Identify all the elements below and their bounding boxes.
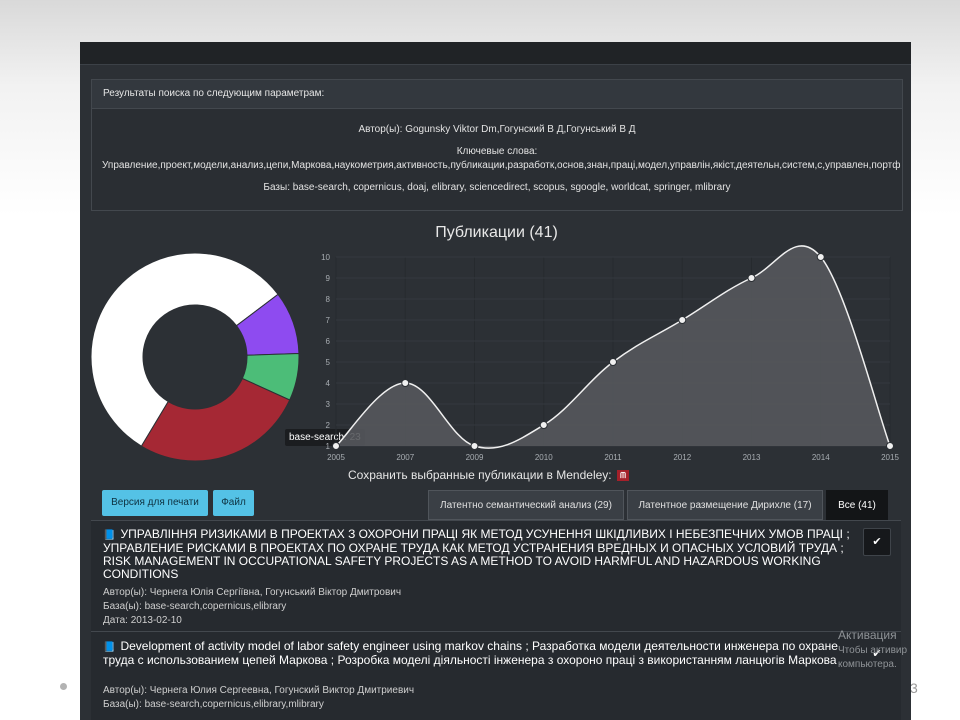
app-window: Результаты поиска по следующим параметра… (80, 42, 911, 720)
bases-line: Базы: base-search, copernicus, doaj, eli… (263, 182, 731, 193)
publication-list: 📘 УПРАВЛІННЯ РИЗИКАМИ В ПРОЕКТАХ З ОХОРОН… (91, 520, 901, 720)
publication-title[interactable]: 📘 УПРАВЛІННЯ РИЗИКАМИ В ПРОЕКТАХ З ОХОРОН… (103, 528, 863, 581)
mendeley-save-row: Сохранить выбранные публикации в Mendele… (348, 468, 629, 482)
tab-lda[interactable]: Латентное размещение Дирихле (17) (627, 490, 823, 520)
data-point[interactable] (609, 358, 617, 366)
data-point[interactable] (816, 253, 825, 261)
publication-title-text: УПРАВЛІННЯ РИЗИКАМИ В ПРОЕКТАХ З ОХОРОНИ… (103, 527, 850, 581)
y-tick-label: 6 (326, 337, 331, 346)
book-icon: 📘 (103, 530, 116, 541)
search-params-panel: Результаты поиска по следующим параметра… (91, 79, 903, 211)
y-tick-label: 2 (326, 421, 331, 430)
book-icon: 📘 (103, 642, 116, 653)
keywords-line: Управление,проект,модели,анализ,цепи,Мар… (102, 160, 901, 171)
publication-authors: Автор(ы): Чернега Юлия Сергеевна, Гогунс… (103, 685, 415, 696)
data-point[interactable] (539, 421, 548, 429)
y-tick-label: 1 (326, 442, 331, 451)
activation-watermark-title: Активация (838, 628, 897, 642)
check-icon: ✔ (872, 536, 882, 548)
print-version-button[interactable]: Версия для печати (102, 490, 208, 516)
x-tick-label: 2011 (604, 453, 622, 462)
top-bar (80, 42, 911, 65)
x-tick-label: 2014 (812, 453, 830, 462)
y-tick-label: 7 (326, 316, 331, 325)
publication-authors: Автор(ы): Чернега Юлія Сергіївна, Гогунс… (103, 587, 402, 598)
donut-chart (90, 252, 300, 462)
tab-all[interactable]: Все (41) (826, 490, 888, 520)
y-tick-label: 10 (321, 253, 330, 262)
publication-date: Дата: 2013-02-10 (103, 615, 182, 626)
data-point[interactable] (470, 442, 479, 450)
x-tick-label: 2015 (881, 453, 899, 462)
keywords-label: Ключевые слова: (456, 146, 538, 157)
list-item: 📘 УПРАВЛІННЯ РИЗИКАМИ В ПРОЕКТАХ З ОХОРОН… (91, 521, 901, 632)
tab-lsa[interactable]: Латентно семантический анализ (29) (428, 490, 624, 520)
mendeley-icon[interactable]: ᗰ (616, 470, 629, 482)
donut-slice[interactable] (140, 377, 291, 462)
activation-watermark-text: Чтобы активир компьютера. (838, 644, 907, 672)
publication-title[interactable]: 📘 Development of activity model of labor … (103, 640, 843, 667)
data-point[interactable] (886, 442, 894, 450)
activation-line-1: Чтобы активир (838, 645, 908, 656)
y-tick-label: 5 (326, 358, 331, 367)
x-tick-label: 2007 (396, 453, 414, 462)
y-tick-label: 4 (326, 379, 331, 388)
publication-bases: База(ы): base-search,copernicus,elibrary (103, 601, 287, 612)
y-tick-label: 9 (326, 274, 331, 283)
list-item: 📘 Development of activity model of labor … (91, 632, 901, 720)
y-tick-label: 8 (326, 295, 331, 304)
select-checkbox[interactable]: ✔ (863, 528, 891, 556)
data-point[interactable] (401, 379, 410, 387)
x-tick-label: 2013 (743, 453, 761, 462)
bullet-dot (60, 683, 67, 690)
x-tick-label: 2009 (466, 453, 484, 462)
authors-line: Автор(ы): Gogunsky Viktor Dm,Гогунский В… (358, 124, 636, 135)
activation-line-2: компьютера. (838, 659, 897, 670)
page-number: 3 (910, 680, 918, 696)
data-point[interactable] (747, 274, 756, 282)
x-tick-label: 2012 (673, 453, 691, 462)
area-chart: 1 2 3 4 5 6 7 8 9 10 2005 2007 2009 2010 2011 2012 2013 2… (321, 245, 899, 462)
x-tick-label: 2010 (535, 453, 553, 462)
y-tick-label: 3 (326, 400, 331, 409)
panel-header: Результаты поиска по следующим параметра… (92, 80, 902, 109)
chart-title: Публикации (41) (435, 224, 558, 241)
data-point[interactable] (332, 442, 340, 450)
publication-title-text: Development of activity model of labor s… (103, 639, 838, 667)
data-point[interactable] (678, 316, 687, 324)
mendeley-label: Сохранить выбранные публикации в Mendele… (348, 468, 612, 482)
publication-bases: База(ы): base-search,copernicus,elibrary… (103, 699, 324, 710)
file-button[interactable]: Файл (213, 490, 254, 516)
x-tick-label: 2005 (327, 453, 345, 462)
